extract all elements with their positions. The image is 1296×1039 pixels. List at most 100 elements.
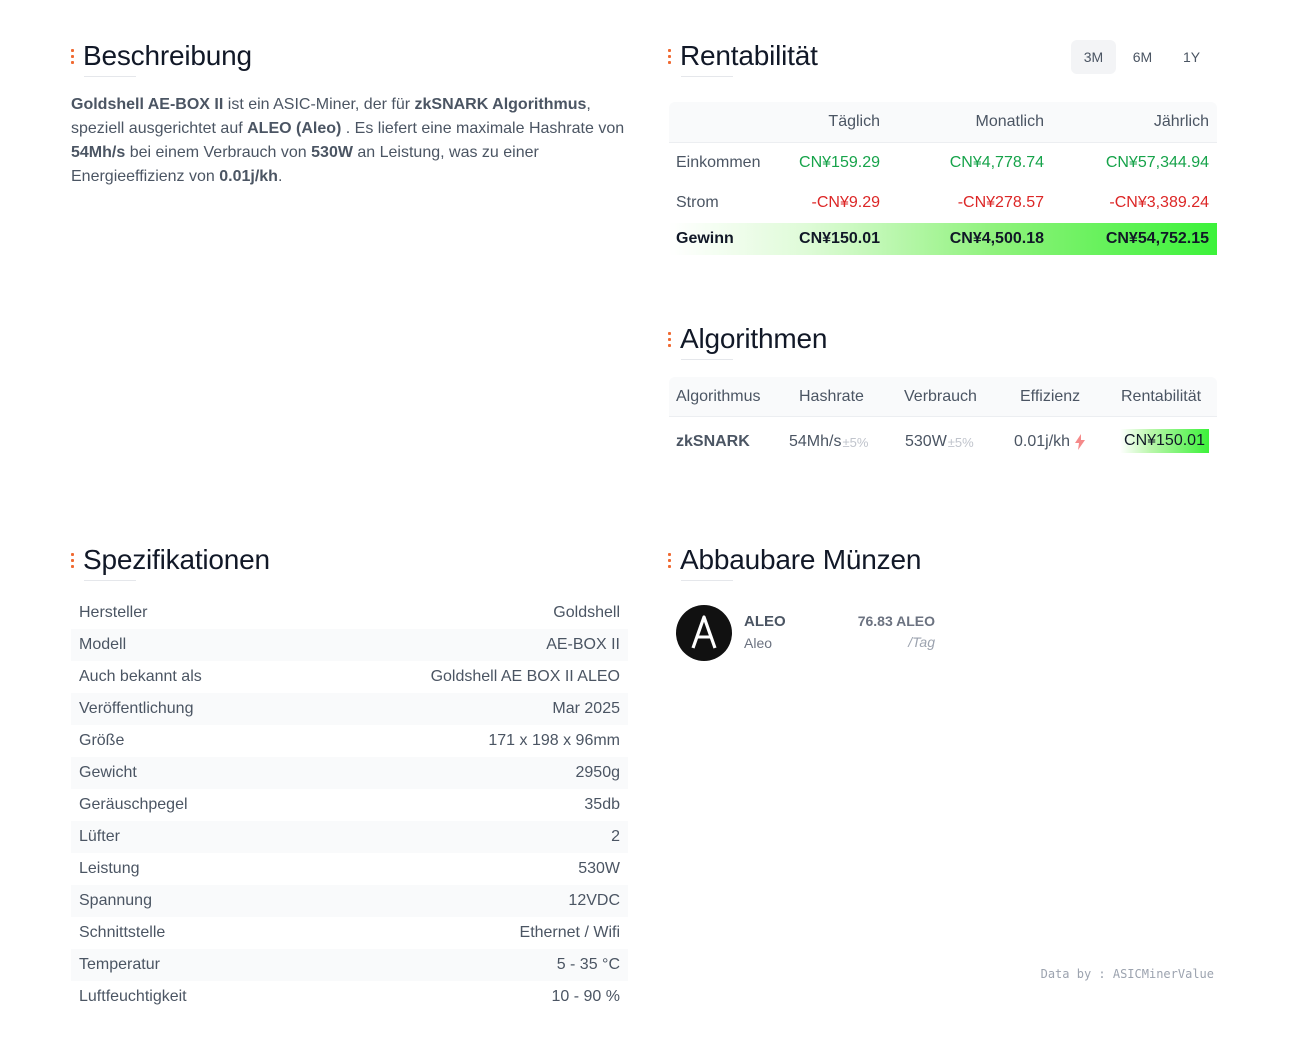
spec-value: Goldshell AE BOX II ALEO	[430, 668, 620, 685]
profitability-header-row: Täglich Monatlich Jährlich	[669, 102, 1217, 143]
specs-title: Spezifikationen	[71, 544, 270, 576]
power-cost-monthly: -CN¥278.57	[957, 194, 1044, 211]
spec-label: Geräuschpegel	[79, 796, 188, 813]
profit-row: Gewinn CN¥150.01 CN¥4,500.18 CN¥54,752.1…	[669, 223, 1217, 255]
spec-value: 35db	[584, 796, 620, 813]
period-tabs: 3M 6M 1Y	[1071, 40, 1214, 74]
title-underline	[84, 76, 136, 77]
power-cost-row: Strom -CN¥9.29 -CN¥278.57 -CN¥3,389.24	[669, 183, 1217, 223]
description-highlight: ALEO (Aleo)	[247, 120, 342, 137]
aleo-logo-icon	[676, 605, 732, 661]
spec-label: Modell	[79, 636, 127, 653]
description-highlight: Goldshell AE-BOX II	[71, 96, 224, 113]
spec-label: Schnittstelle	[79, 924, 166, 941]
header-algorithm: Algorithmus	[676, 387, 761, 405]
header-yearly: Jährlich	[1153, 113, 1209, 130]
coin-symbol: ALEO	[744, 613, 786, 630]
spec-value: 12VDC	[568, 892, 620, 909]
spec-row: Schnittstelle Ethernet / Wifi	[71, 917, 628, 949]
spec-value: 10 - 90 %	[551, 988, 620, 1005]
spec-row: Auch bekannt als Goldshell AE BOX II ALEO	[71, 661, 628, 693]
algorithms-title: Algorithmen	[668, 323, 827, 355]
profitability-table: Täglich Monatlich Jährlich Einkommen CN¥…	[669, 102, 1217, 255]
income-yearly: CN¥57,344.94	[1105, 154, 1209, 171]
description-segment: bei einem Verbrauch von	[125, 144, 312, 161]
description-highlight: 54Mh/s	[71, 144, 126, 161]
description-segment: .	[277, 168, 283, 185]
spec-row: Lüfter 2	[71, 821, 628, 853]
spec-row: Veröffentlichung Mar 2025	[71, 693, 628, 725]
spec-value: Goldshell	[553, 604, 620, 621]
tab-6m[interactable]: 6M	[1120, 40, 1165, 74]
spec-label: Lüfter	[79, 828, 120, 845]
specs-table: Hersteller Goldshell Modell AE-BOX II Auch…	[71, 597, 628, 1013]
header-efficiency: Effizienz	[1020, 387, 1081, 405]
profit-monthly: CN¥4,500.18	[949, 230, 1044, 247]
algorithm-profit-badge: CN¥150.01	[1120, 429, 1209, 453]
section-marker-icon	[71, 552, 74, 568]
spec-label: Hersteller	[79, 604, 148, 621]
header-power: Verbrauch	[904, 387, 977, 405]
spec-value: Mar 2025	[552, 700, 620, 717]
spec-row: Hersteller Goldshell	[71, 597, 628, 629]
spec-label: Leistung	[79, 860, 140, 877]
description-title: Beschreibung	[71, 40, 252, 72]
coin-amount-unit: /Tag	[908, 634, 935, 650]
coin-daily-amount: 76.83 ALEO	[857, 613, 935, 629]
spec-value: 2950g	[575, 764, 621, 781]
spec-row: Leistung 530W	[71, 853, 628, 885]
algorithms-table: Algorithmus Hashrate Verbrauch Effizienz…	[669, 377, 1217, 467]
section-marker-icon	[668, 48, 671, 64]
lightning-bolt-icon	[1075, 434, 1086, 450]
power-cost-yearly: -CN¥3,389.24	[1109, 194, 1209, 211]
spec-row: Modell AE-BOX II	[71, 629, 628, 661]
header-daily: Täglich	[828, 113, 880, 130]
spec-row: Temperatur 5 - 35 °C	[71, 949, 628, 981]
spec-value: AE-BOX II	[546, 636, 620, 653]
income-row: Einkommen CN¥159.29 CN¥4,778.74 CN¥57,34…	[669, 143, 1217, 183]
spec-label: Größe	[79, 732, 125, 749]
spec-row: Geräuschpegel 35db	[71, 789, 628, 821]
tab-1y[interactable]: 1Y	[1169, 40, 1214, 74]
income-label: Einkommen	[676, 154, 761, 171]
algorithm-power: 530W ±5%	[905, 433, 974, 450]
spec-value: Ethernet / Wifi	[519, 924, 620, 941]
spec-label: Temperatur	[79, 956, 160, 973]
title-underline	[681, 359, 733, 360]
spec-row: Spannung 12VDC	[71, 885, 628, 917]
header-monthly: Monatlich	[975, 113, 1044, 130]
algorithm-name[interactable]: zkSNARK	[676, 417, 750, 467]
data-source-credit: Data by : ASICMinerValue	[1040, 967, 1214, 981]
spec-label: Veröffentlichung	[79, 700, 194, 717]
income-daily: CN¥159.29	[799, 154, 880, 171]
profit-label: Gewinn	[676, 230, 734, 247]
section-marker-icon	[71, 48, 74, 64]
spec-value: 5 - 35 °C	[556, 956, 620, 973]
header-profitability: Rentabilität	[1121, 387, 1202, 405]
power-cost-label: Strom	[676, 194, 719, 211]
section-marker-icon	[668, 331, 671, 347]
description-highlight: 0.01j/kh	[219, 168, 278, 185]
spec-label: Gewicht	[79, 764, 137, 781]
profit-yearly: CN¥54,752.15	[1105, 230, 1209, 247]
tab-3m[interactable]: 3M	[1071, 40, 1116, 74]
spec-value: 171 x 198 x 96mm	[488, 732, 620, 749]
income-monthly: CN¥4,778.74	[949, 154, 1044, 171]
description-text: Goldshell AE-BOX II ist ein ASIC-Miner, …	[71, 93, 631, 189]
spec-value: 2	[611, 828, 620, 845]
algorithm-efficiency: 0.01j/kh	[1014, 417, 1086, 467]
header-hashrate: Hashrate	[799, 387, 864, 405]
algorithms-header-row: Algorithmus Hashrate Verbrauch Effizienz…	[669, 377, 1217, 417]
coins-title: Abbaubare Münzen	[668, 544, 921, 576]
coin-item-aleo[interactable]: ALEO Aleo 76.83 ALEO /Tag	[676, 605, 936, 663]
title-underline	[84, 580, 136, 581]
coin-name: Aleo	[744, 635, 773, 651]
algorithm-row: zkSNARK 54Mh/s ±5% 530W ±5% 0.01j/kh CN¥15…	[669, 417, 1217, 467]
spec-value: 530W	[578, 860, 620, 877]
description-highlight: zkSNARK Algorithmus	[414, 96, 587, 113]
title-underline	[681, 76, 733, 77]
power-cost-daily: -CN¥9.29	[811, 194, 880, 211]
algorithm-hashrate: 54Mh/s ±5%	[789, 433, 869, 450]
spec-label: Spannung	[79, 892, 152, 909]
spec-row: Größe 171 x 198 x 96mm	[71, 725, 628, 757]
